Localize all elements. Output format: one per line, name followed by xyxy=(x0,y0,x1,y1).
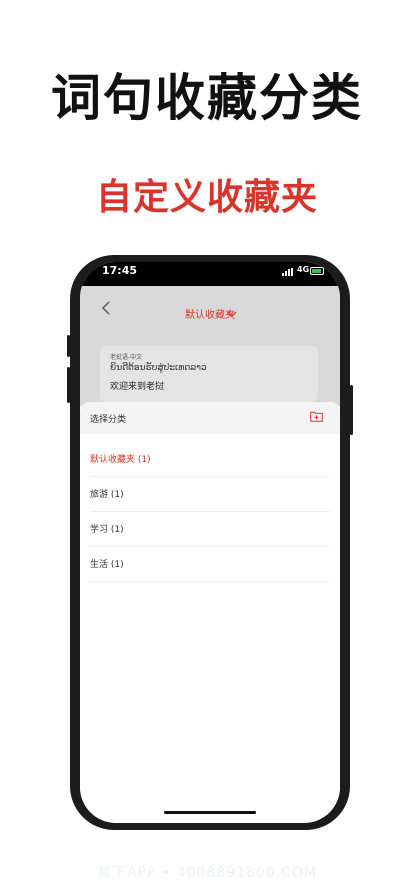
phrase-card[interactable]: 老挝语-中文 ຍິນດີຕ້ອນຮັບສູ່ປະເທດລາວ 欢迎来到老挝 xyxy=(100,346,318,402)
headline: 词句收藏分类 xyxy=(51,68,363,127)
home-indicator xyxy=(164,811,256,814)
category-item-default[interactable]: 默认收藏夹 (1) xyxy=(90,442,330,477)
network-label: 4G xyxy=(297,265,310,274)
chevron-down-icon[interactable] xyxy=(227,310,237,318)
sheet-header: 选择分类 xyxy=(80,402,340,434)
phone-side-button xyxy=(67,335,70,357)
category-item-life[interactable]: 生活 (1) xyxy=(90,547,330,582)
folder-add-icon[interactable] xyxy=(310,411,323,422)
category-list: 默认收藏夹 (1) 旅游 (1) 学习 (1) 生活 (1) xyxy=(90,442,330,582)
sheet-title: 选择分类 xyxy=(90,415,127,425)
watermark: 易下APP • 4008891800.COM xyxy=(96,865,318,881)
battery-icon xyxy=(310,267,324,275)
category-item-travel[interactable]: 旅游 (1) xyxy=(90,477,330,512)
source-text: ຍິນດີຕ້ອນຮັບສູ່ປະເທດລາວ xyxy=(110,363,207,373)
phone-side-button xyxy=(67,367,70,403)
phone-screen: 17:45 4G 默认收藏夹 老挝语-中文 ຍິນດີຕ້ອນຮັບສູ່ປະເ… xyxy=(80,262,340,823)
translation-text: 欢迎来到老挝 xyxy=(110,382,165,392)
language-pair: 老挝语-中文 xyxy=(110,354,143,361)
category-item-study[interactable]: 学习 (1) xyxy=(90,512,330,547)
app-bar: 默认收藏夹 xyxy=(80,286,340,330)
notch xyxy=(138,262,282,284)
status-bar: 17:45 4G xyxy=(80,262,340,286)
category-sheet: 选择分类 默认收藏夹 (1) 旅游 (1) 学习 (1) 生活 (1) xyxy=(80,402,340,823)
subheadline: 自定义收藏夹 xyxy=(95,177,318,218)
status-time: 17:45 xyxy=(102,264,138,277)
signal-icon xyxy=(282,268,294,276)
phone-side-button xyxy=(350,385,353,435)
collection-title[interactable]: 默认收藏夹 xyxy=(80,306,340,321)
